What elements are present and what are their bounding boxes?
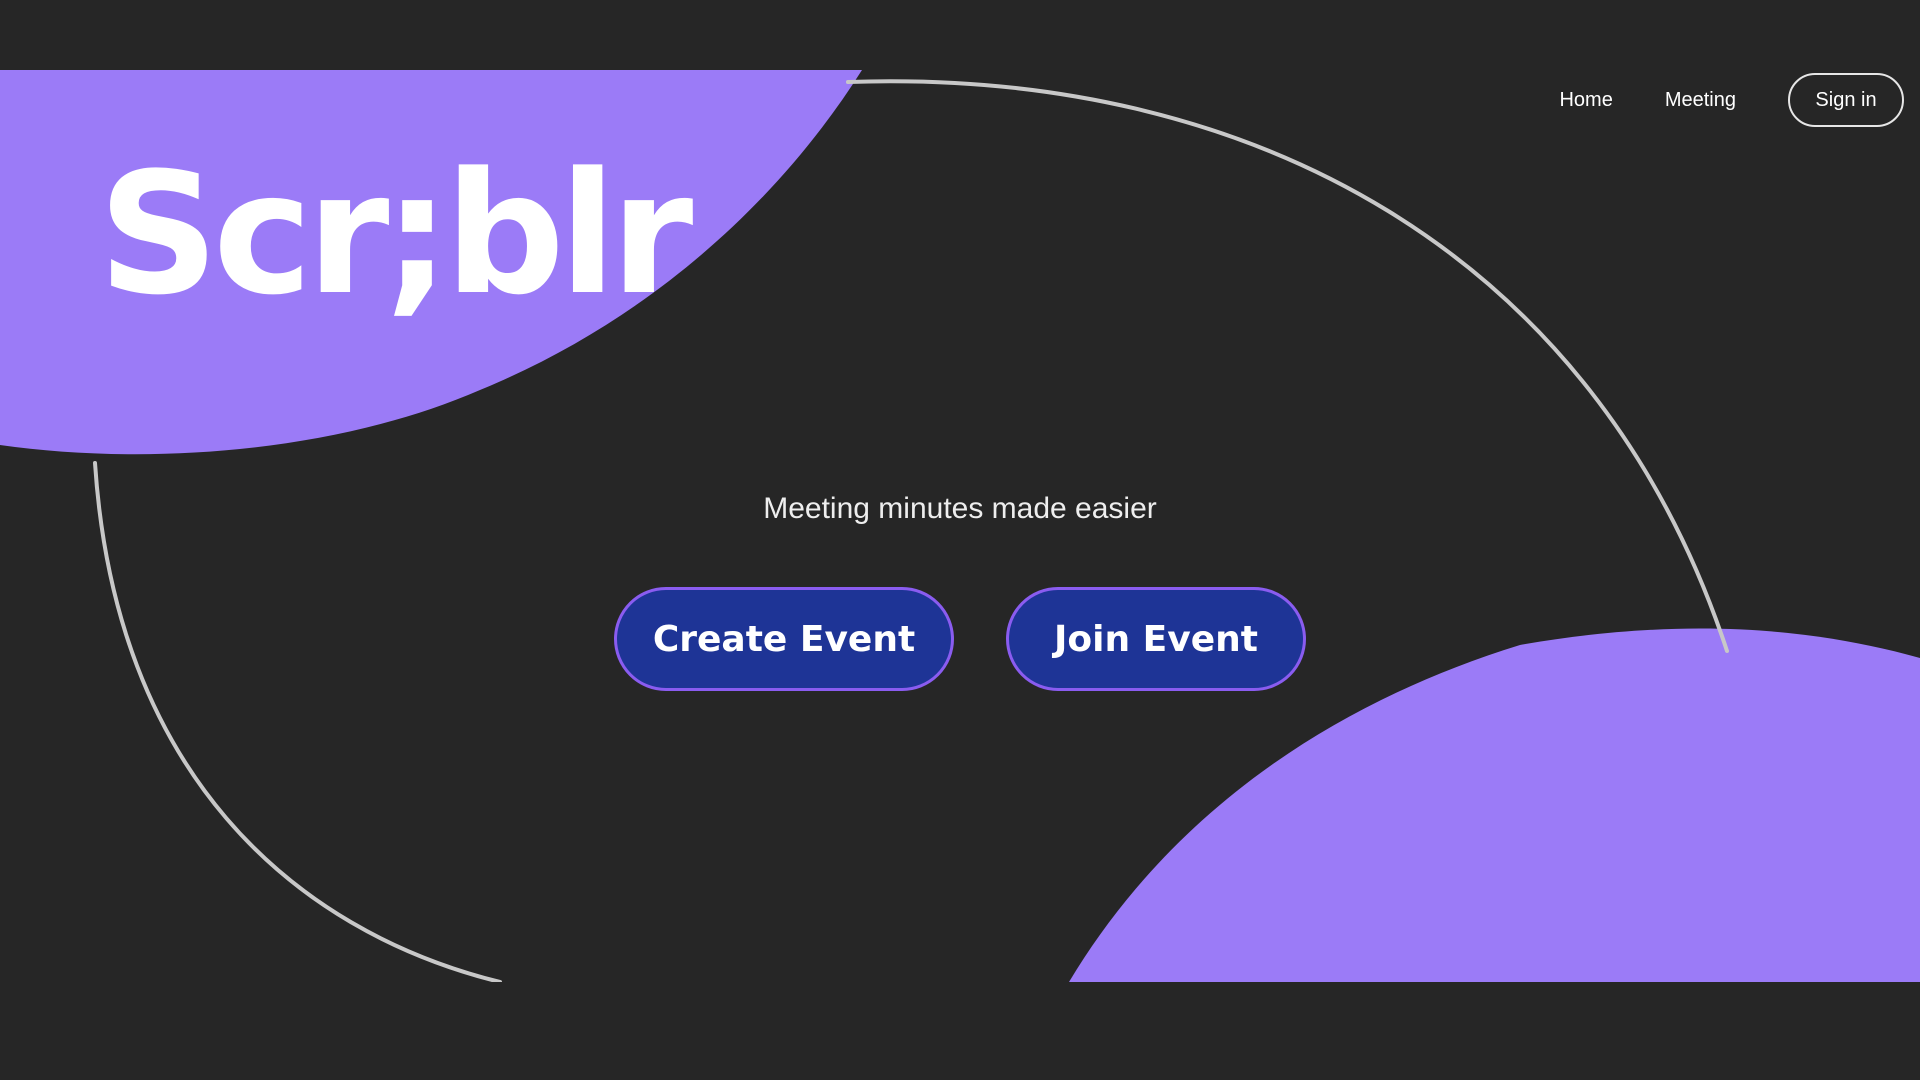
create-event-button[interactable]: Create Event xyxy=(614,587,954,691)
decorative-arc-top-right xyxy=(846,79,1729,653)
join-event-button[interactable]: Join Event xyxy=(1006,587,1306,691)
landing-page: Scr;blr Home Meeting Sign in Meeting min… xyxy=(0,70,1920,982)
page: Scr;blr Home Meeting Sign in Meeting min… xyxy=(0,0,1920,1080)
sign-in-button[interactable]: Sign in xyxy=(1788,73,1904,127)
top-nav: Home Meeting Sign in xyxy=(1559,73,1904,127)
decorative-arc-bottom-left xyxy=(93,461,502,982)
logo[interactable]: Scr;blr xyxy=(98,150,693,318)
tagline: Meeting minutes made easier xyxy=(763,492,1157,525)
nav-home-link[interactable]: Home xyxy=(1559,89,1612,112)
hero-actions: Create Event Join Event xyxy=(0,587,1920,691)
nav-meeting-link[interactable]: Meeting xyxy=(1665,89,1736,112)
